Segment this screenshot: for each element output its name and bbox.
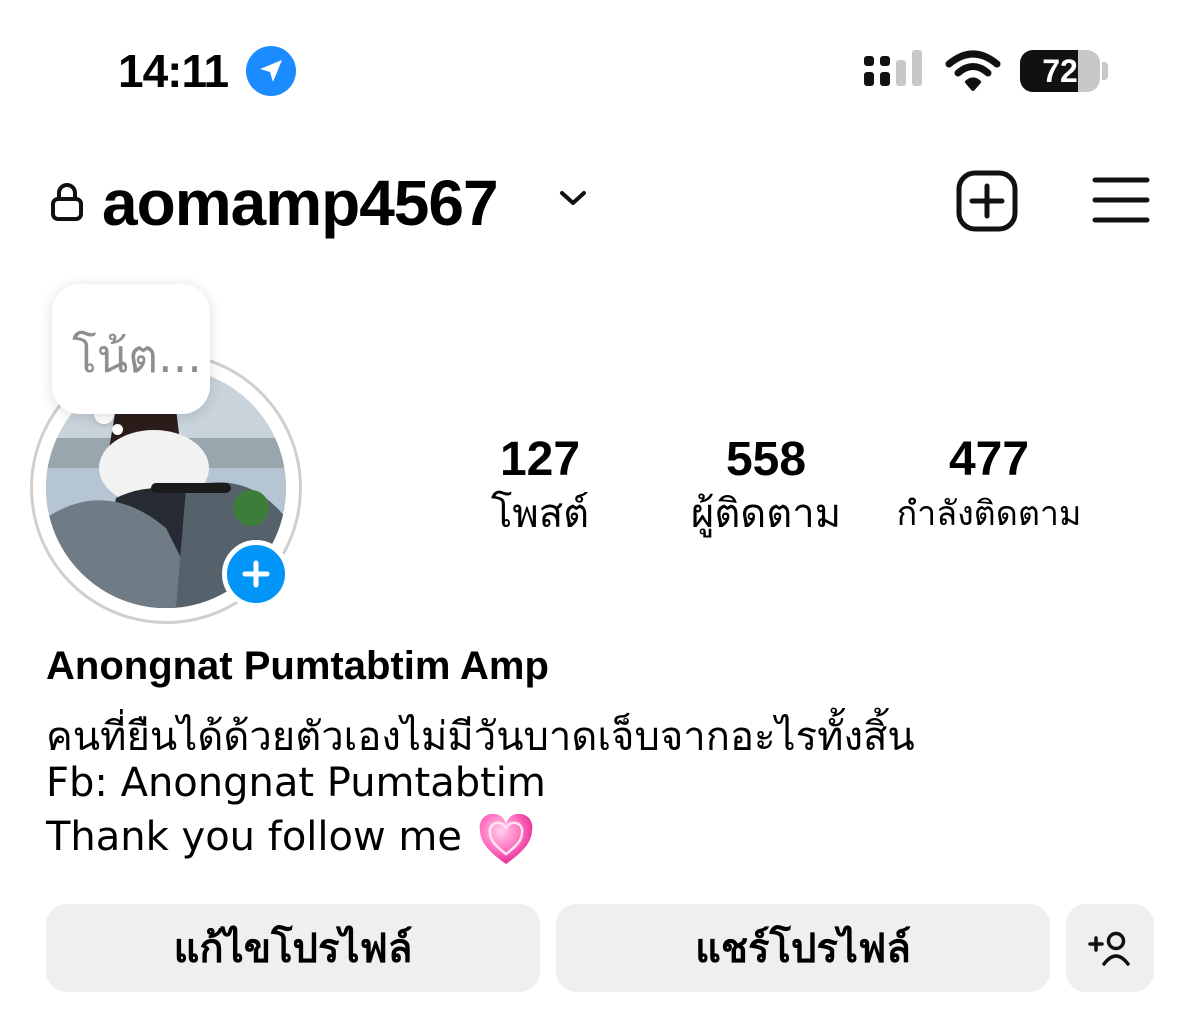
stat-followers[interactable]: 558 ผู้ติดตาม (651, 432, 881, 540)
followers-label: ผู้ติดตาม (690, 491, 842, 537)
menu-icon[interactable] (1092, 176, 1150, 224)
add-story-button[interactable] (222, 540, 290, 608)
edit-profile-button[interactable]: แก้ไขโปรไฟล์ (46, 904, 540, 992)
add-person-icon (1088, 931, 1130, 966)
account-username[interactable]: aomamp4567 (102, 166, 499, 240)
followers-count: 558 (725, 433, 807, 486)
wifi-icon (945, 50, 1001, 91)
posts-label: โพสต์ (490, 491, 590, 537)
battery-nub (1102, 62, 1108, 80)
stat-posts[interactable]: 127 โพสต์ (425, 432, 655, 540)
profile-full-name: Anongnat Pumtabtim Amp (46, 644, 549, 688)
status-time: 14:11 (118, 45, 229, 97)
following-count: 477 (948, 433, 1030, 486)
note-bubble[interactable]: โน้ต... (52, 284, 210, 414)
posts-count: 127 (499, 433, 581, 486)
cellular-signal-icon (864, 50, 922, 86)
bio-line-2: Fb: Anongnat Pumtabtim (46, 760, 546, 806)
stat-following[interactable]: 477 กำลังติดตาม (874, 432, 1104, 540)
bio-line-3: Thank you follow me (46, 814, 462, 860)
location-arrow-icon (246, 46, 296, 96)
following-label: กำลังติดตาม (896, 494, 1082, 534)
note-bubble-tail-small (112, 424, 123, 435)
lock-icon (51, 183, 83, 221)
discover-people-button[interactable] (1066, 904, 1154, 992)
note-placeholder: โน้ต... (72, 329, 202, 383)
battery-level: 72 (1042, 53, 1078, 89)
chevron-down-icon[interactable] (558, 188, 588, 208)
plus-icon (242, 560, 270, 588)
bio-line-1: คนที่ยืนได้ด้วยตัวเองไม่มีวันบาดเจ็บจากอ… (46, 714, 915, 760)
share-profile-button[interactable]: แชร์โปรไฟล์ (556, 904, 1050, 992)
battery-icon: 72 (1020, 50, 1100, 92)
create-post-icon[interactable] (956, 170, 1018, 232)
heart-emoji-icon (479, 814, 533, 864)
